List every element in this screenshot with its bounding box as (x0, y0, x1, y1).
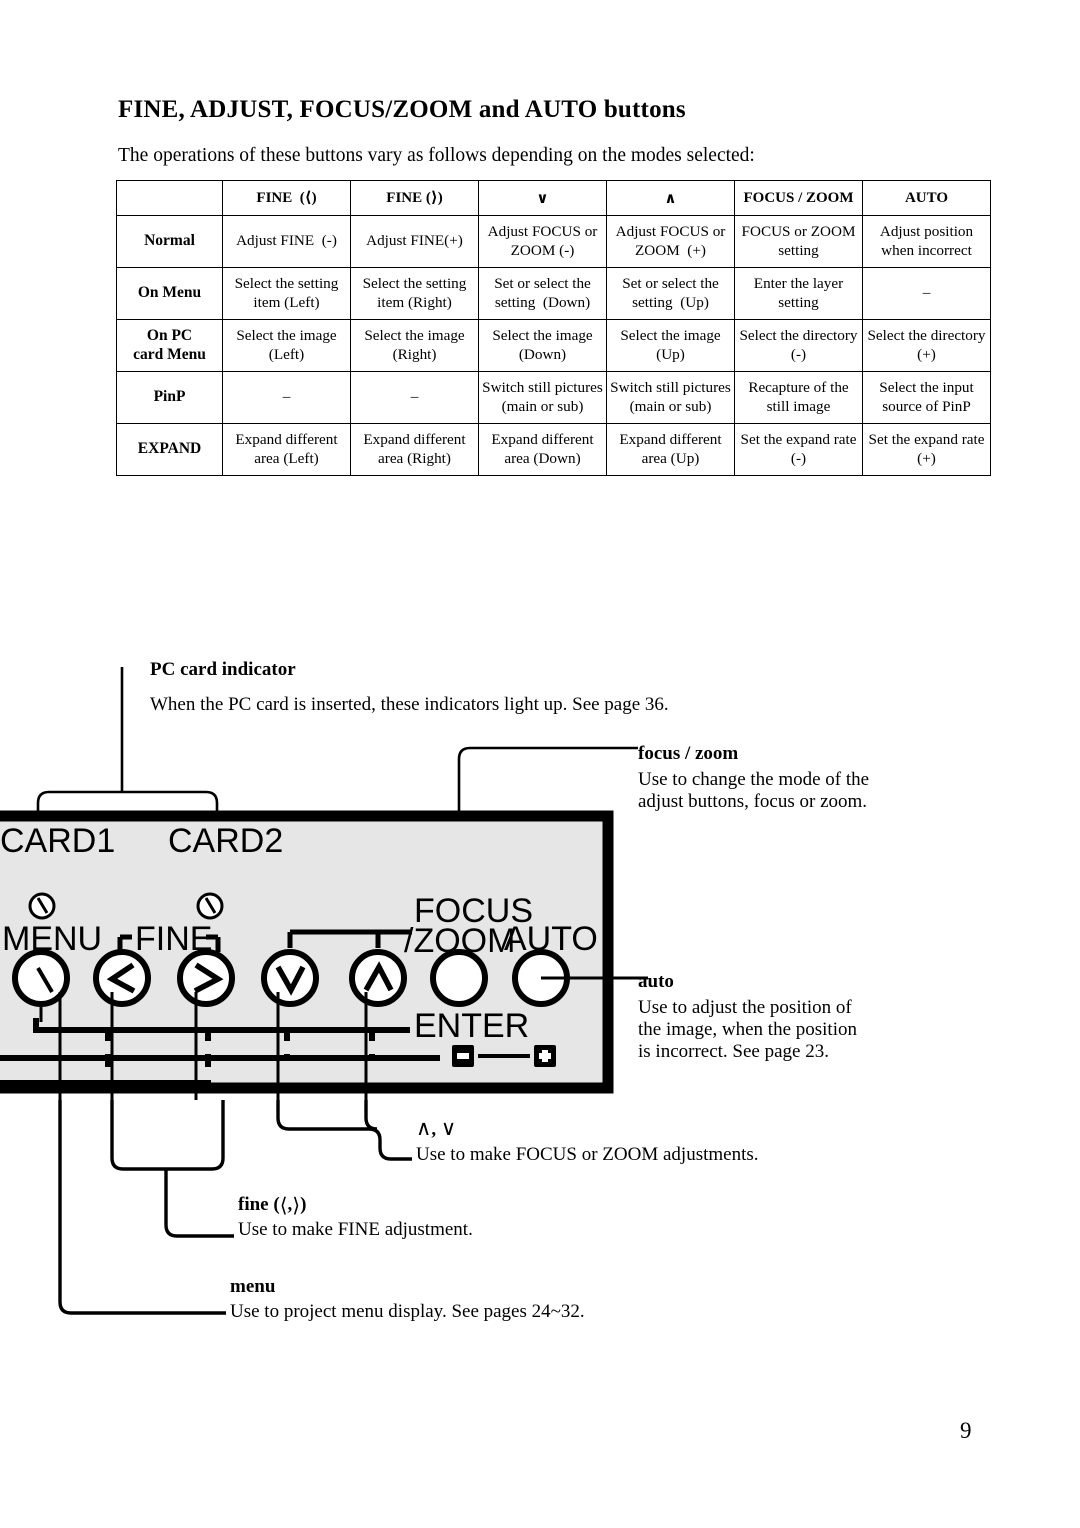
fine-right-button[interactable] (177, 949, 235, 1007)
table-body: Normal Adjust FINE (-) Adjust FINE(+) Ad… (116, 215, 991, 476)
table-row: EXPAND Expand different area (Left) Expa… (116, 423, 991, 476)
intro-paragraph: The operations of these buttons vary as … (118, 145, 755, 166)
header-blank (116, 180, 223, 216)
cell-pccard-up: Select the image (Up) (606, 319, 735, 372)
header-up-arrow: ∧ (606, 180, 735, 216)
cell-normal-down: Adjust FOCUS or ZOOM (-) (478, 215, 607, 268)
cell-pinp-auto: Select the input source of PinP (862, 371, 991, 424)
header-down-arrow: ∨ (478, 180, 607, 216)
leader-fine-bracket (110, 1100, 225, 1171)
cell-normal-focuszoom: FOCUS or ZOOM setting (734, 215, 863, 268)
header-fine-right: FINE (⟩) (350, 180, 479, 216)
panel-card2-label: CARD2 (168, 822, 283, 860)
row-label-on-pc-card-menu: On PC card Menu (116, 319, 223, 372)
cell-normal-auto: Adjust position when incorrect (862, 215, 991, 268)
cell-expand-fine-left: Expand different area (Left) (222, 423, 351, 476)
cell-expand-fine-right: Expand different area (Right) (350, 423, 479, 476)
cell-onmenu-auto: – (862, 267, 991, 320)
cell-pinp-down: Switch still pictures (main or sub) (478, 371, 607, 424)
cell-normal-up: Adjust FOCUS or ZOOM (+) (606, 215, 735, 268)
cell-onmenu-fine-left: Select the setting item (Left) (222, 267, 351, 320)
row-label-normal: Normal (116, 215, 223, 268)
row-label-line2: card Menu (133, 345, 206, 363)
plus-icon-bar-v (542, 1050, 548, 1062)
cell-pccard-down: Select the image (Down) (478, 319, 607, 372)
operations-table: FINE (⟨) FINE (⟩) ∨ ∧ FOCUS / ZOOM AUTO … (116, 180, 991, 476)
minus-icon-bar (457, 1053, 469, 1059)
row-label-line1: On PC (146, 326, 193, 344)
operations-table-wrapper: FINE (⟨) FINE (⟩) ∨ ∧ FOCUS / ZOOM AUTO … (116, 180, 991, 476)
cell-onmenu-down: Set or select the setting (Down) (478, 267, 607, 320)
cell-normal-fine-left: Adjust FINE (-) (222, 215, 351, 268)
cell-onmenu-fine-right: Select the setting item (Right) (350, 267, 479, 320)
adjust-up-button[interactable] (349, 949, 407, 1007)
table-row: PinP – – Switch still pictures (main or … (116, 371, 991, 424)
cell-expand-down: Expand different area (Down) (478, 423, 607, 476)
page-title: FINE, ADJUST, FOCUS/ZOOM and AUTO button… (118, 96, 686, 123)
leader-menu (58, 1100, 226, 1315)
cell-pccard-auto: Select the directory (+) (862, 319, 991, 372)
cell-onmenu-up: Set or select the setting (Up) (606, 267, 735, 320)
adjust-down-button[interactable] (261, 949, 319, 1007)
row-label-pinp: PinP (116, 371, 223, 424)
page-number: 9 (960, 1418, 972, 1443)
cell-pccard-fine-left: Select the image (Left) (222, 319, 351, 372)
fine-left-button[interactable] (93, 949, 151, 1007)
row-label-expand: EXPAND (116, 423, 223, 476)
table-row: On Menu Select the setting item (Left) S… (116, 267, 991, 320)
header-fine-left: FINE (⟨) (222, 180, 351, 216)
table-row: On PC card Menu Select the image (Left) … (116, 319, 991, 372)
cell-expand-auto: Set the expand rate (+) (862, 423, 991, 476)
cell-expand-focuszoom: Set the expand rate (-) (734, 423, 863, 476)
table-row: Normal Adjust FINE (-) Adjust FINE(+) Ad… (116, 215, 991, 268)
control-panel-diagram: CARD1 CARD2 MENU FINE FOCUS /ZOOM AUTO E… (0, 667, 648, 1315)
panel-enter-label: ENTER (414, 1007, 529, 1045)
table-header-row: FINE (⟨) FINE (⟩) ∨ ∧ FOCUS / ZOOM AUTO (116, 180, 991, 216)
table-head: FINE (⟨) FINE (⟩) ∨ ∧ FOCUS / ZOOM AUTO (116, 180, 991, 216)
cell-expand-up: Expand different area (Up) (606, 423, 735, 476)
cell-pinp-up: Switch still pictures (main or sub) (606, 371, 735, 424)
cell-pinp-fine-left: – (222, 371, 351, 424)
header-focus-zoom: FOCUS / ZOOM (734, 180, 863, 216)
cell-pinp-fine-right: – (350, 371, 479, 424)
cell-onmenu-focuszoom: Enter the layer setting (734, 267, 863, 320)
cell-normal-fine-right: Adjust FINE(+) (350, 215, 479, 268)
cell-pccard-focuszoom: Select the directory (-) (734, 319, 863, 372)
leader-fine-tail (164, 1169, 234, 1238)
cell-pinp-focuszoom: Recapture of the still image (734, 371, 863, 424)
leader-updown-tail (378, 1147, 412, 1161)
header-auto: AUTO (862, 180, 991, 216)
panel-card1-label: CARD1 (0, 822, 115, 860)
row-label-on-menu: On Menu (116, 267, 223, 320)
leader-updown-join (364, 1100, 378, 1131)
cell-pccard-fine-right: Select the image (Right) (350, 319, 479, 372)
focus-zoom-button[interactable] (430, 949, 488, 1007)
